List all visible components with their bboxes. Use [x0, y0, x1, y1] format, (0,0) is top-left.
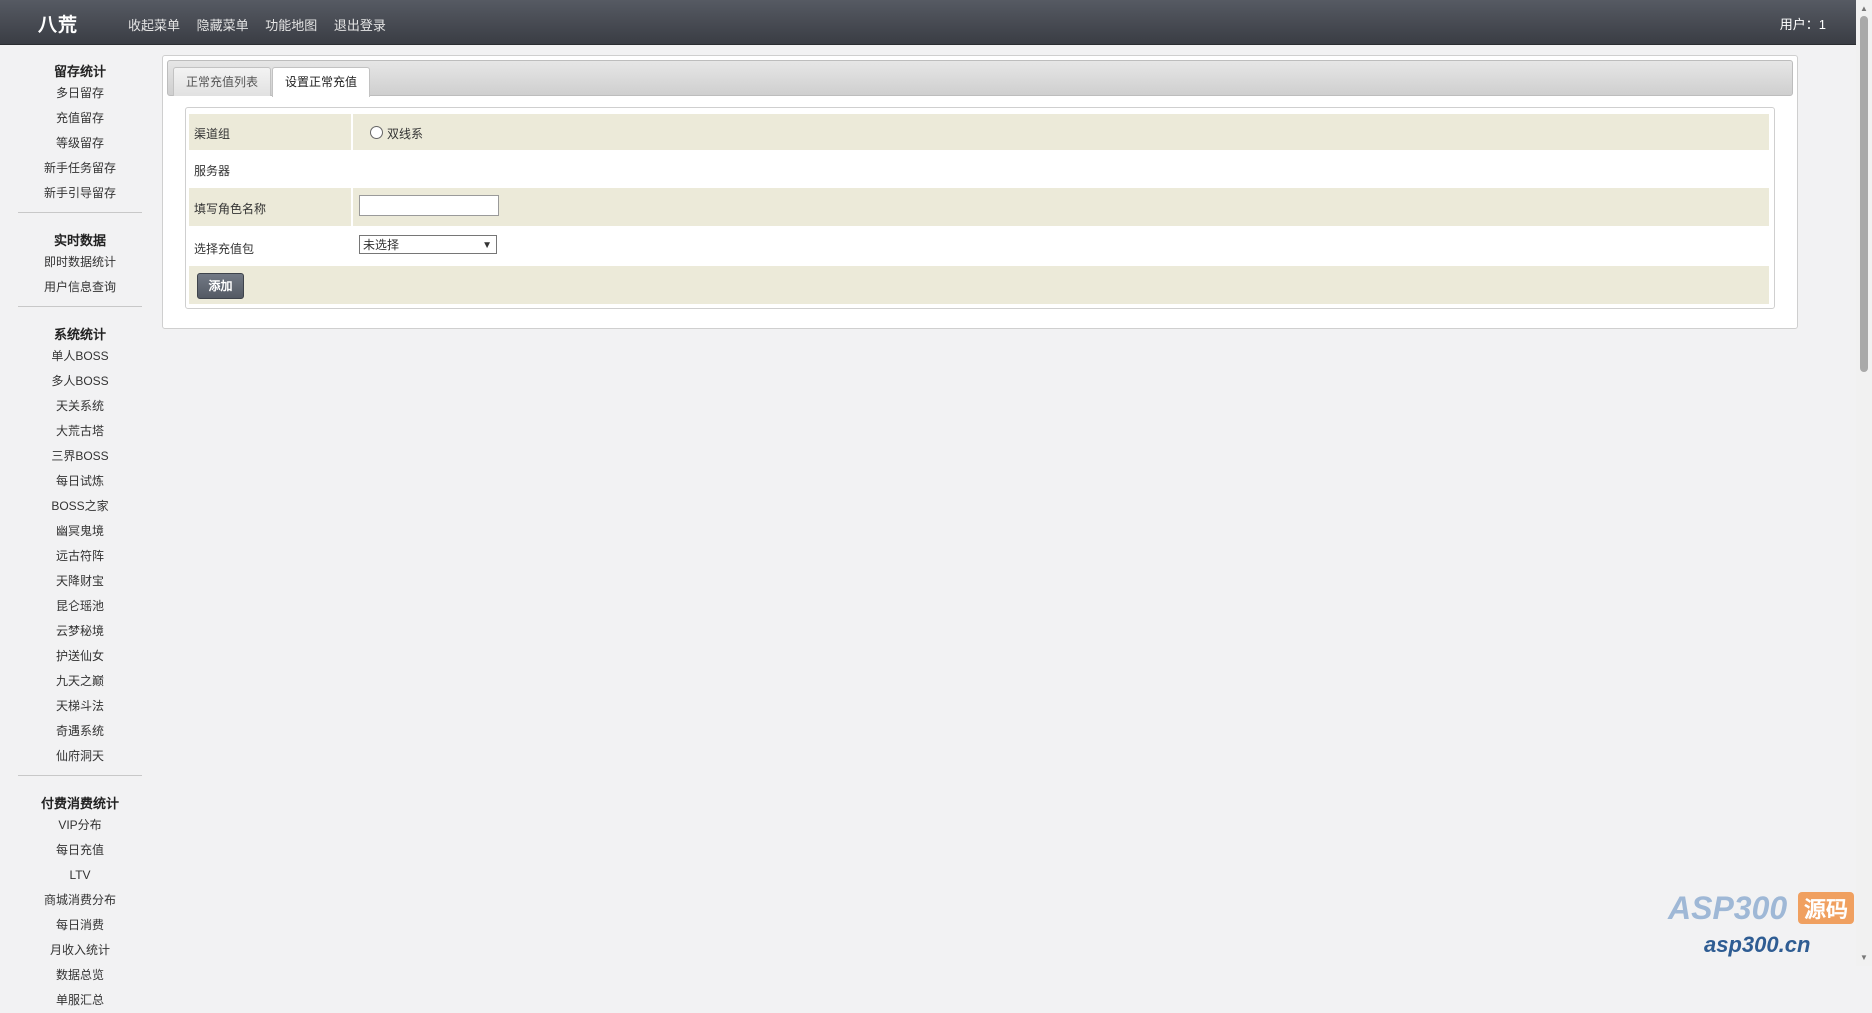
sidebar-item[interactable]: 数据总览 [0, 963, 160, 988]
sidebar-item[interactable]: 充值留存 [0, 106, 160, 131]
sidebar-item[interactable]: 用户信息查询 [0, 275, 160, 300]
sidebar-item[interactable]: LTV [0, 863, 160, 888]
page-scrollbar[interactable]: ▲ ▼ [1856, 0, 1872, 966]
sidebar-divider [18, 212, 142, 213]
sidebar-section-retention: 留存统计 [53, 64, 106, 79]
sidebar-item[interactable]: 仙府洞天 [0, 744, 160, 769]
sidebar-item[interactable]: 每日消费 [0, 913, 160, 938]
sidebar-section-realtime: 实时数据 [53, 233, 106, 248]
app-logo: 八荒 [38, 15, 79, 36]
sidebar-item[interactable]: 单人BOSS [0, 344, 160, 369]
watermark-brand: ASP300 [1668, 890, 1788, 926]
sidebar-item[interactable]: 单服汇总 [0, 988, 160, 1013]
add-button[interactable]: 添加 [197, 273, 244, 299]
sidebar-divider [18, 306, 142, 307]
user-info: 用户：1 [1779, 17, 1826, 32]
sidebar-item[interactable]: 天关系统 [0, 394, 160, 419]
sidebar-item[interactable]: 即时数据统计 [0, 250, 160, 275]
role-name-label: 填写角色名称 [194, 202, 267, 216]
content-panel: 正常充值列表 设置正常充值 渠道组 双线系 服务器 填写角色名称 选择充值包 未… [162, 55, 1798, 329]
sidebar-item[interactable]: 幽冥鬼境 [0, 519, 160, 544]
sidebar-item[interactable]: 天降财宝 [0, 569, 160, 594]
form-row-role: 填写角色名称 [189, 188, 1769, 226]
package-select[interactable]: 未选择 ▼ [359, 235, 497, 254]
watermark-tag: 源码 [1798, 892, 1855, 924]
package-label: 选择充值包 [194, 242, 255, 256]
package-selected-value: 未选择 [363, 238, 400, 252]
sidebar-item[interactable]: 多人BOSS [0, 369, 160, 394]
sidebar-item[interactable]: 护送仙女 [0, 644, 160, 669]
sidebar-item[interactable]: 奇遇系统 [0, 719, 160, 744]
sidebar-item[interactable]: 大荒古塔 [0, 419, 160, 444]
sidebar-divider [18, 775, 142, 776]
watermark-url: asp300.cn [1704, 932, 1811, 957]
sidebar-item[interactable]: 月收入统计 [0, 938, 160, 963]
watermark: ASP300 源码 asp300.cn [1664, 890, 1864, 960]
sidebar-item[interactable]: BOSS之家 [0, 494, 160, 519]
sidebar-item[interactable]: 昆仑瑶池 [0, 594, 160, 619]
top-nav: 收起菜单 隐藏菜单 功能地图 退出登录 [128, 15, 399, 34]
sidebar-item[interactable]: 新手引导留存 [0, 181, 160, 206]
sidebar-item[interactable]: 云梦秘境 [0, 619, 160, 644]
sidebar-item[interactable]: 等级留存 [0, 131, 160, 156]
tab-bar: 正常充值列表 设置正常充值 [167, 60, 1793, 97]
logout-link[interactable]: 退出登录 [334, 18, 386, 33]
role-name-input[interactable] [359, 195, 499, 216]
channel-group-label: 渠道组 [194, 127, 231, 141]
sidebar-item[interactable]: 商城消费分布 [0, 888, 160, 913]
channel-radio[interactable] [370, 126, 383, 139]
server-label: 服务器 [194, 164, 231, 178]
sidebar-item[interactable]: 三界BOSS [0, 444, 160, 469]
sidebar-section-system: 系统统计 [53, 327, 106, 342]
sidebar-item[interactable]: 每日充值 [0, 838, 160, 863]
form-row-server: 服务器 [189, 150, 1769, 188]
sidebar-item[interactable]: 天梯斗法 [0, 694, 160, 719]
top-bar: 八荒 收起菜单 隐藏菜单 功能地图 退出登录 用户：1 [0, 0, 1856, 45]
hide-menu-link[interactable]: 隐藏菜单 [197, 18, 249, 33]
sidebar-item[interactable]: 每日试炼 [0, 469, 160, 494]
scroll-up-icon[interactable]: ▲ [1860, 4, 1868, 13]
chevron-down-icon: ▼ [482, 240, 492, 251]
function-map-link[interactable]: 功能地图 [265, 18, 317, 33]
channel-radio-label[interactable]: 双线系 [387, 125, 423, 142]
sidebar-item[interactable]: VIP分布 [0, 813, 160, 838]
form-row-package: 选择充值包 未选择 ▼ [189, 226, 1769, 266]
recharge-form: 渠道组 双线系 服务器 填写角色名称 选择充值包 未选择 ▼ 添加 [185, 107, 1775, 309]
form-row-actions: 添加 [189, 266, 1769, 304]
sidebar-item[interactable]: 多日留存 [0, 81, 160, 106]
sidebar-item[interactable]: 新手任务留存 [0, 156, 160, 181]
column-separator [351, 114, 353, 150]
sidebar-item[interactable]: 九天之巅 [0, 669, 160, 694]
sidebar-section-payment: 付费消费统计 [40, 796, 119, 811]
column-separator [351, 188, 353, 226]
sidebar-item[interactable]: 远古符阵 [0, 544, 160, 569]
tab-recharge-list[interactable]: 正常充值列表 [173, 67, 272, 96]
scroll-thumb[interactable] [1860, 16, 1868, 372]
form-row-channel: 渠道组 双线系 [189, 114, 1769, 150]
collapse-menu-link[interactable]: 收起菜单 [128, 18, 180, 33]
tab-set-recharge[interactable]: 设置正常充值 [272, 67, 371, 97]
sidebar: 留存统计 多日留存 充值留存 等级留存 新手任务留存 新手引导留存 实时数据 即… [0, 45, 160, 1007]
